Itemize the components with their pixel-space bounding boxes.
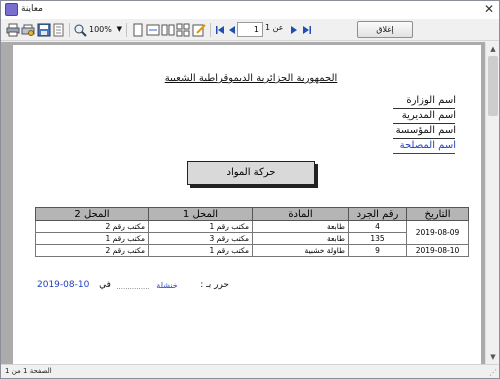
movements-table: التاريخ رقم الجرد المادة المحل 1 المحل 2…: [35, 207, 469, 257]
report-viewer: الجمهورية الجزائرية الديموقراطية الشعبية…: [1, 42, 485, 364]
status-page-text: الصفحة 1 من 1: [5, 367, 52, 375]
page-width-icon[interactable]: [146, 23, 160, 37]
scroll-up-icon[interactable]: ▲: [488, 44, 498, 54]
directorate-name: اسم المديرية: [401, 110, 456, 121]
cell-inventory: 135: [348, 232, 407, 245]
zoom-icon[interactable]: [73, 23, 87, 37]
toolbar: 100% ▼ عن 1 إ: [1, 19, 499, 41]
toolbar-separator: [69, 23, 70, 37]
table-row: 2019-08-10 9 طاولة خشبية مكتب رقم 1 مكتب…: [35, 244, 469, 257]
signature-date: 2019-08-10: [37, 280, 90, 290]
column-header-date: التاريخ: [406, 207, 469, 221]
chevron-down-icon: ▼: [116, 25, 122, 33]
open-icon[interactable]: [52, 23, 66, 37]
cell-inventory: 9: [348, 244, 407, 257]
column-header-inventory: رقم الجرد: [348, 207, 407, 221]
toolbar-separator: [210, 23, 211, 37]
department-name: اسم المصلحة: [399, 140, 456, 151]
multi-page-icon[interactable]: [176, 23, 190, 37]
resize-grip-icon[interactable]: ⋰: [489, 368, 497, 377]
cell-date: 2019-08-10: [406, 244, 469, 257]
cell-inventory: 4: [348, 220, 407, 233]
vertical-scrollbar[interactable]: ▲ ▼: [485, 42, 499, 364]
section-title: حركة المواد: [187, 161, 315, 185]
printer-icon[interactable]: [6, 23, 20, 37]
title-bar: معاينة ✕: [1, 1, 499, 19]
report-page: الجمهورية الجزائرية الديموقراطية الشعبية…: [13, 45, 481, 364]
cell-item: طابعة: [252, 232, 349, 245]
republic-title: الجمهورية الجزائرية الديموقراطية الشعبية: [164, 73, 338, 84]
cell-location-2: مكتب رقم 1: [35, 232, 149, 245]
underline: [393, 108, 455, 109]
on-date-label: في: [99, 280, 111, 290]
cell-location-1: مكتب رقم 1: [148, 220, 253, 233]
page-of-label: عن 1: [265, 23, 284, 32]
ministry-name: اسم الوزارة: [406, 95, 456, 106]
preview-window: معاينة ✕ 100% ▼ 1 عن 1 إغلاق الجمهورية ا…: [0, 0, 500, 379]
save-icon[interactable]: [37, 23, 51, 37]
window-title: معاينة: [21, 4, 43, 14]
cell-item: طابعة: [252, 220, 349, 233]
column-header-location-1: المحل 1: [148, 207, 253, 221]
edit-icon[interactable]: [192, 23, 206, 37]
close-report-button[interactable]: إغلاق: [357, 21, 413, 38]
underline: [393, 153, 455, 154]
scroll-thumb[interactable]: [488, 56, 498, 116]
column-header-item: المادة: [252, 207, 349, 221]
printer-settings-icon[interactable]: [21, 23, 35, 37]
institution-name: اسم المؤسسة: [395, 125, 456, 136]
column-header-location-2: المحل 2: [35, 207, 149, 221]
toolbar-separator: [126, 23, 127, 37]
cell-location-2: مكتب رقم 2: [35, 244, 149, 257]
page-number-input[interactable]: [237, 22, 263, 37]
one-page-icon[interactable]: [131, 23, 145, 37]
zoom-select[interactable]: 100% ▼: [87, 22, 123, 37]
signature-place: خنشلة: [156, 281, 178, 290]
table-row: 135 طابعة مكتب رقم 3 مكتب رقم 1: [35, 232, 469, 245]
status-bar: الصفحة 1 من 1 ⋰: [1, 364, 499, 378]
two-pages-icon[interactable]: [161, 23, 175, 37]
cell-location-1: مكتب رقم 3: [148, 232, 253, 245]
next-page-icon[interactable]: [287, 23, 301, 37]
written-at-label: حرر بـ :: [200, 280, 229, 290]
app-icon: [5, 3, 18, 16]
window-close-button[interactable]: ✕: [480, 2, 498, 17]
cell-item: طاولة خشبية: [252, 244, 349, 257]
underline: [393, 138, 455, 139]
last-page-icon[interactable]: [300, 23, 314, 37]
scroll-down-icon[interactable]: ▼: [488, 352, 498, 362]
zoom-value: 100%: [89, 25, 112, 34]
cell-date: 2019-08-09: [406, 220, 469, 245]
table-header-row: التاريخ رقم الجرد المادة المحل 1 المحل 2: [35, 207, 469, 221]
underline: [393, 123, 455, 124]
signature-dots: ...............: [116, 283, 150, 291]
cell-location-2: مكتب رقم 2: [35, 220, 149, 233]
cell-location-1: مكتب رقم 1: [148, 244, 253, 257]
table-row: 2019-08-09 4 طابعة مكتب رقم 1 مكتب رقم 2: [35, 220, 469, 245]
